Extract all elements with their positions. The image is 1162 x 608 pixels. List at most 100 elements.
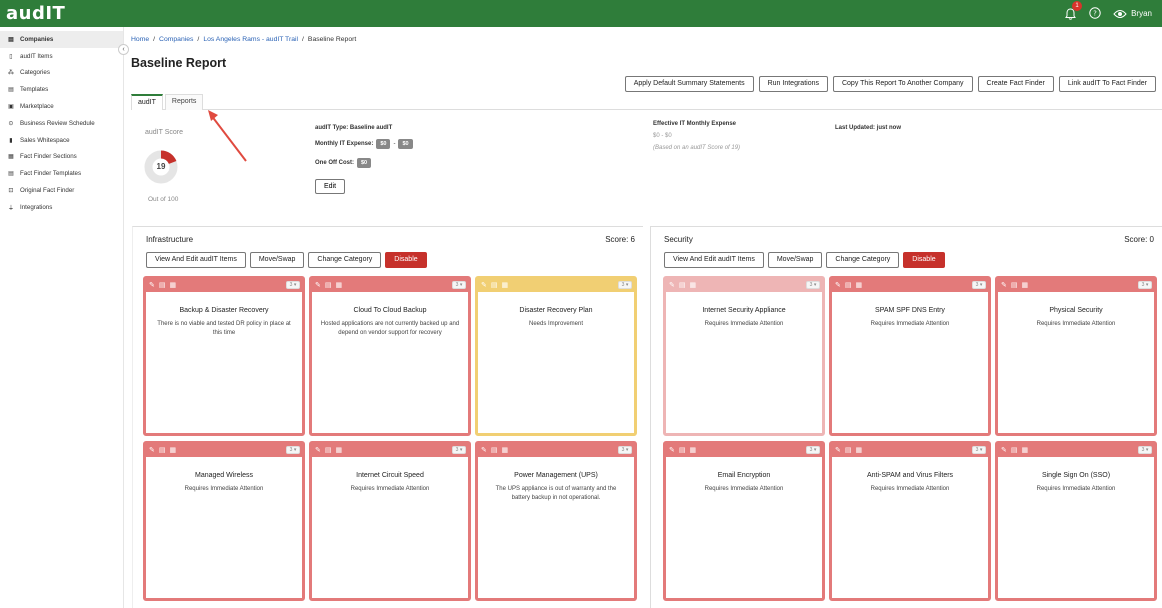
audit-item-card[interactable]: ✎ ▤ ▦ 3 ▾ Cloud To Cloud Backup Hosted applic… — [309, 276, 471, 436]
audit-item-card[interactable]: ✎ ▤ ▦ 3 ▾ Email Encryption Requires Immediate… — [663, 441, 825, 601]
notes-icon[interactable]: ▦ — [690, 447, 697, 455]
app-logo[interactable]: audIT — [6, 3, 65, 24]
pencil-icon[interactable]: ✎ — [481, 282, 487, 290]
notes-icon[interactable]: ▦ — [1022, 447, 1029, 455]
audit-item-card[interactable]: ✎ ▤ ▦ 3 ▾ SPAM SPF DNS Entry Requires Immedia… — [829, 276, 991, 436]
score-select[interactable]: 3 ▾ — [1138, 281, 1152, 289]
pencil-icon[interactable]: ✎ — [315, 447, 321, 455]
notes-icon[interactable]: ▦ — [336, 447, 343, 455]
view-edit-items-button[interactable]: View And Edit audIT Items — [146, 252, 246, 268]
score-select[interactable]: 3 ▾ — [618, 446, 632, 454]
pencil-icon[interactable]: ✎ — [835, 282, 841, 290]
sidebar-item-business-review-schedule[interactable]: ⊙ Business Review Schedule — [0, 115, 123, 132]
audit-item-card[interactable]: ✎ ▤ ▦ 3 ▾ Disaster Recovery Plan Needs Improv… — [475, 276, 637, 436]
chart-icon[interactable]: ▤ — [1011, 447, 1018, 455]
disable-button[interactable]: Disable — [903, 252, 945, 268]
chart-icon[interactable]: ▤ — [679, 447, 686, 455]
card-toolbar: ✎ ▤ ▦ 3 ▾ — [666, 279, 822, 292]
change-category-button[interactable]: Change Category — [308, 252, 382, 268]
breadcrumb-company[interactable]: Los Angeles Rams - audIT Trail — [203, 36, 298, 43]
card-title: Backup & Disaster Recovery — [179, 307, 269, 314]
audit-item-card[interactable]: ✎ ▤ ▦ 3 ▾ Managed Wireless Requires Immediate… — [143, 441, 305, 601]
create-fact-finder-button[interactable]: Create Fact Finder — [977, 76, 1054, 92]
chart-icon[interactable]: ▤ — [159, 282, 166, 290]
help-button[interactable]: ? — [1089, 6, 1101, 21]
chart-icon[interactable]: ▤ — [491, 447, 498, 455]
sidebar-item-audit-items[interactable]: ▯ audIT Items — [0, 48, 123, 65]
sidebar-item-original-fact-finder[interactable]: ⊡ Original Fact Finder — [0, 182, 123, 199]
edit-button[interactable]: Edit — [315, 179, 346, 194]
audit-item-card[interactable]: ✎ ▤ ▦ 3 ▾ Anti-SPAM and Virus Filters Require… — [829, 441, 991, 601]
sidebar-item-categories[interactable]: ⁂ Categories — [0, 65, 123, 82]
audit-item-card[interactable]: ✎ ▤ ▦ 3 ▾ Physical Security Requires Immediat… — [995, 276, 1157, 436]
chart-icon[interactable]: ▤ — [1011, 282, 1018, 290]
move-swap-button[interactable]: Move/Swap — [249, 252, 305, 268]
copy-report-button[interactable]: Copy This Report To Another Company — [832, 76, 973, 92]
audit-item-card[interactable]: ✎ ▤ ▦ 3 ▾ Internet Security Appliance Require… — [663, 276, 825, 436]
pencil-icon[interactable]: ✎ — [315, 282, 321, 290]
chart-icon[interactable]: ▤ — [845, 447, 852, 455]
notifications-button[interactable]: 1 — [1063, 0, 1083, 21]
notes-icon[interactable]: ▦ — [170, 282, 177, 290]
score-select[interactable]: 3 ▾ — [1138, 446, 1152, 454]
sidebar-item-integrations[interactable]: ⏚ Integrations — [0, 199, 123, 216]
chart-icon[interactable]: ▤ — [325, 282, 332, 290]
card-title: Internet Security Appliance — [702, 307, 786, 314]
pencil-icon[interactable]: ✎ — [835, 447, 841, 455]
page-title: Baseline Report — [131, 56, 227, 70]
card-toolbar: ✎ ▤ ▦ 3 ▾ — [478, 279, 634, 292]
change-category-button[interactable]: Change Category — [826, 252, 900, 268]
breadcrumb-companies[interactable]: Companies — [159, 36, 193, 43]
pencil-icon[interactable]: ✎ — [149, 282, 155, 290]
sidebar-item-sales-whitespace[interactable]: ▮ Sales Whitespace — [0, 132, 123, 149]
notes-icon[interactable]: ▦ — [336, 282, 343, 290]
audit-item-card[interactable]: ✎ ▤ ▦ 3 ▾ Backup & Disaster Recovery There is… — [143, 276, 305, 436]
sidebar-item-marketplace[interactable]: ▣ Marketplace — [0, 98, 123, 115]
apply-default-summary-button[interactable]: Apply Default Summary Statements — [624, 76, 754, 92]
score-select[interactable]: 3 ▾ — [806, 446, 820, 454]
run-integrations-button[interactable]: Run Integrations — [758, 76, 828, 92]
pencil-icon[interactable]: ✎ — [669, 282, 675, 290]
view-edit-items-button[interactable]: View And Edit audIT Items — [664, 252, 764, 268]
tab-reports[interactable]: Reports — [164, 94, 204, 110]
notes-icon[interactable]: ▦ — [502, 282, 509, 290]
score-select[interactable]: 3 ▾ — [806, 281, 820, 289]
pencil-icon[interactable]: ✎ — [1001, 447, 1007, 455]
chart-icon[interactable]: ▤ — [491, 282, 498, 290]
audit-item-card[interactable]: ✎ ▤ ▦ 3 ▾ Single Sign On (SSO) Requires Immed… — [995, 441, 1157, 601]
notes-icon[interactable]: ▦ — [170, 447, 177, 455]
sidebar-item-companies[interactable]: ▤ Companies — [0, 31, 123, 48]
sidebar-item-fact-finder-sections[interactable]: ▦ Fact Finder Sections — [0, 149, 123, 166]
move-swap-button[interactable]: Move/Swap — [767, 252, 823, 268]
score-select[interactable]: 3 ▾ — [452, 281, 466, 289]
pencil-icon[interactable]: ✎ — [669, 447, 675, 455]
pencil-icon[interactable]: ✎ — [481, 447, 487, 455]
notes-icon[interactable]: ▦ — [856, 282, 863, 290]
user-menu[interactable]: Bryan — [1113, 9, 1152, 19]
breadcrumb-home[interactable]: Home — [131, 36, 149, 43]
score-select[interactable]: 3 ▾ — [286, 281, 300, 289]
disable-button[interactable]: Disable — [385, 252, 427, 268]
tab-audit[interactable]: audIT — [131, 94, 163, 110]
audit-item-card[interactable]: ✎ ▤ ▦ 3 ▾ Internet Circuit Speed Requires Imm… — [309, 441, 471, 601]
sidebar-item-templates[interactable]: ▤ Templates — [0, 81, 123, 98]
chart-icon[interactable]: ▤ — [159, 447, 166, 455]
sidebar-collapse-button[interactable]: ‹ — [118, 44, 129, 55]
audit-item-card[interactable]: ✎ ▤ ▦ 3 ▾ Power Management (UPS) The UPS appl… — [475, 441, 637, 601]
chart-icon[interactable]: ▤ — [845, 282, 852, 290]
pencil-icon[interactable]: ✎ — [1001, 282, 1007, 290]
score-select[interactable]: 3 ▾ — [618, 281, 632, 289]
notes-icon[interactable]: ▦ — [1022, 282, 1029, 290]
notes-icon[interactable]: ▦ — [690, 282, 697, 290]
notes-icon[interactable]: ▦ — [856, 447, 863, 455]
link-audit-fact-finder-button[interactable]: Link audIT To Fact Finder — [1058, 76, 1156, 92]
pencil-icon[interactable]: ✎ — [149, 447, 155, 455]
notes-icon[interactable]: ▦ — [502, 447, 509, 455]
score-select[interactable]: 3 ▾ — [972, 446, 986, 454]
sidebar-item-fact-finder-templates[interactable]: ▤ Fact Finder Templates — [0, 165, 123, 182]
score-select[interactable]: 3 ▾ — [972, 281, 986, 289]
chart-icon[interactable]: ▤ — [325, 447, 332, 455]
score-select[interactable]: 3 ▾ — [452, 446, 466, 454]
score-select[interactable]: 3 ▾ — [286, 446, 300, 454]
chart-icon[interactable]: ▤ — [679, 282, 686, 290]
